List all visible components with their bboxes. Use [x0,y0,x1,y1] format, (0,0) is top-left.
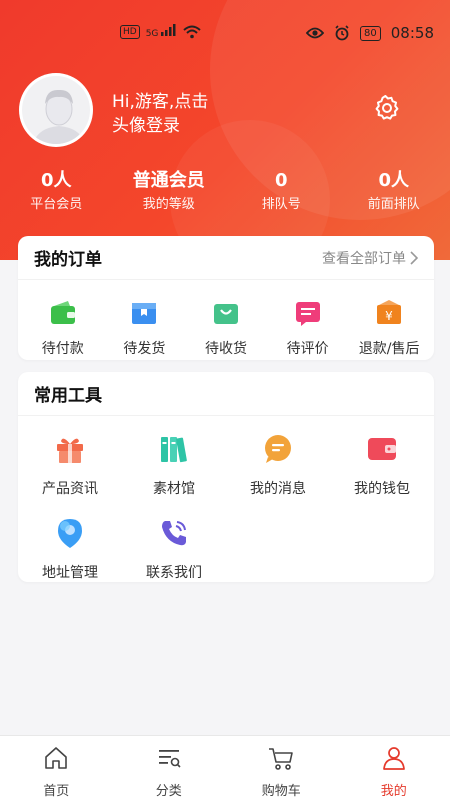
refund-icon: ¥ [377,300,402,324]
tool-my-messages[interactable]: 我的消息 [226,432,330,498]
member-stats: 0人 平台会员 普通会员 我的等级 0 排队号 0人 前面排队 [0,168,450,216]
home-icon [45,747,68,769]
orders-title: 我的订单 [34,250,102,270]
category-icon [158,750,181,768]
view-all-orders-link[interactable]: 查看全部订单 [322,248,418,268]
stat-ahead-in-queue[interactable]: 0人 前面排队 [338,168,450,216]
avatar[interactable] [19,73,93,147]
stat-platform-members[interactable]: 0人 平台会员 [0,168,113,216]
tool-my-wallet[interactable]: 我的钱包 [330,432,434,498]
tool-material-library[interactable]: 素材馆 [122,432,226,498]
tab-category[interactable]: 分类 [113,736,226,800]
tool-contact-us[interactable]: 联系我们 [122,516,226,582]
location-icon [58,519,82,548]
orders-header: 我的订单 查看全部订单 [18,236,434,280]
greeting-line1: Hi,游客,点击 [112,92,209,112]
stat-queue-number[interactable]: 0 排队号 [225,168,338,216]
message-icon [265,435,291,463]
tab-cart[interactable]: 购物车 [225,736,338,800]
tab-home[interactable]: 首页 [0,736,113,800]
battery-icon: 80 [360,25,381,41]
cart-icon [269,748,294,770]
tools-card: 常用工具 产品资讯 素材馆 我的消息 我的钱包 地址管理 联系我们 [18,372,434,582]
hd-badge: HD [120,24,140,39]
status-time: 08:58 [390,24,434,42]
tools-header: 常用工具 [18,372,434,416]
signal-icon: 5G [146,24,178,39]
eye-icon [306,27,325,39]
order-pending-receipt[interactable]: 待收货 [188,298,264,358]
chevron-right-icon [410,250,418,265]
tools-title: 常用工具 [34,386,102,406]
stat-my-level[interactable]: 普通会员 我的等级 [113,168,226,216]
greeting-line2: 头像登录 [112,116,180,136]
phone-icon [162,521,186,546]
order-refund-aftersale[interactable]: ¥ 退款/售后 [351,298,427,358]
gift-icon [57,438,83,463]
alarm-icon [335,25,349,41]
box-icon [132,303,157,324]
status-bar: HD 5G 80 08:58 [0,0,450,66]
login-prompt[interactable]: Hi,游客,点击 头像登录 [112,90,252,138]
bottom-tab-bar: 首页 分类 购物车 我的 [0,735,450,800]
svg-text:¥: ¥ [385,309,393,323]
wallet-icon [368,438,396,460]
wifi-icon [183,25,201,38]
bag-icon [213,304,238,324]
user-icon [382,747,405,770]
order-pending-review[interactable]: 待评价 [270,298,346,358]
wallet-icon [50,301,75,324]
tab-mine[interactable]: 我的 [338,736,450,800]
gear-icon [375,95,399,120]
order-pending-shipment[interactable]: 待发货 [106,298,182,358]
comment-icon [295,302,320,326]
settings-button[interactable] [374,95,400,121]
tool-address-management[interactable]: 地址管理 [18,516,122,582]
books-icon [161,437,187,463]
tool-product-news[interactable]: 产品资讯 [18,432,122,498]
order-pending-payment[interactable]: 待付款 [25,298,101,358]
orders-card: 我的订单 查看全部订单 待付款 待发货 待收货 待评价 ¥ 退款/售后 [18,236,434,360]
